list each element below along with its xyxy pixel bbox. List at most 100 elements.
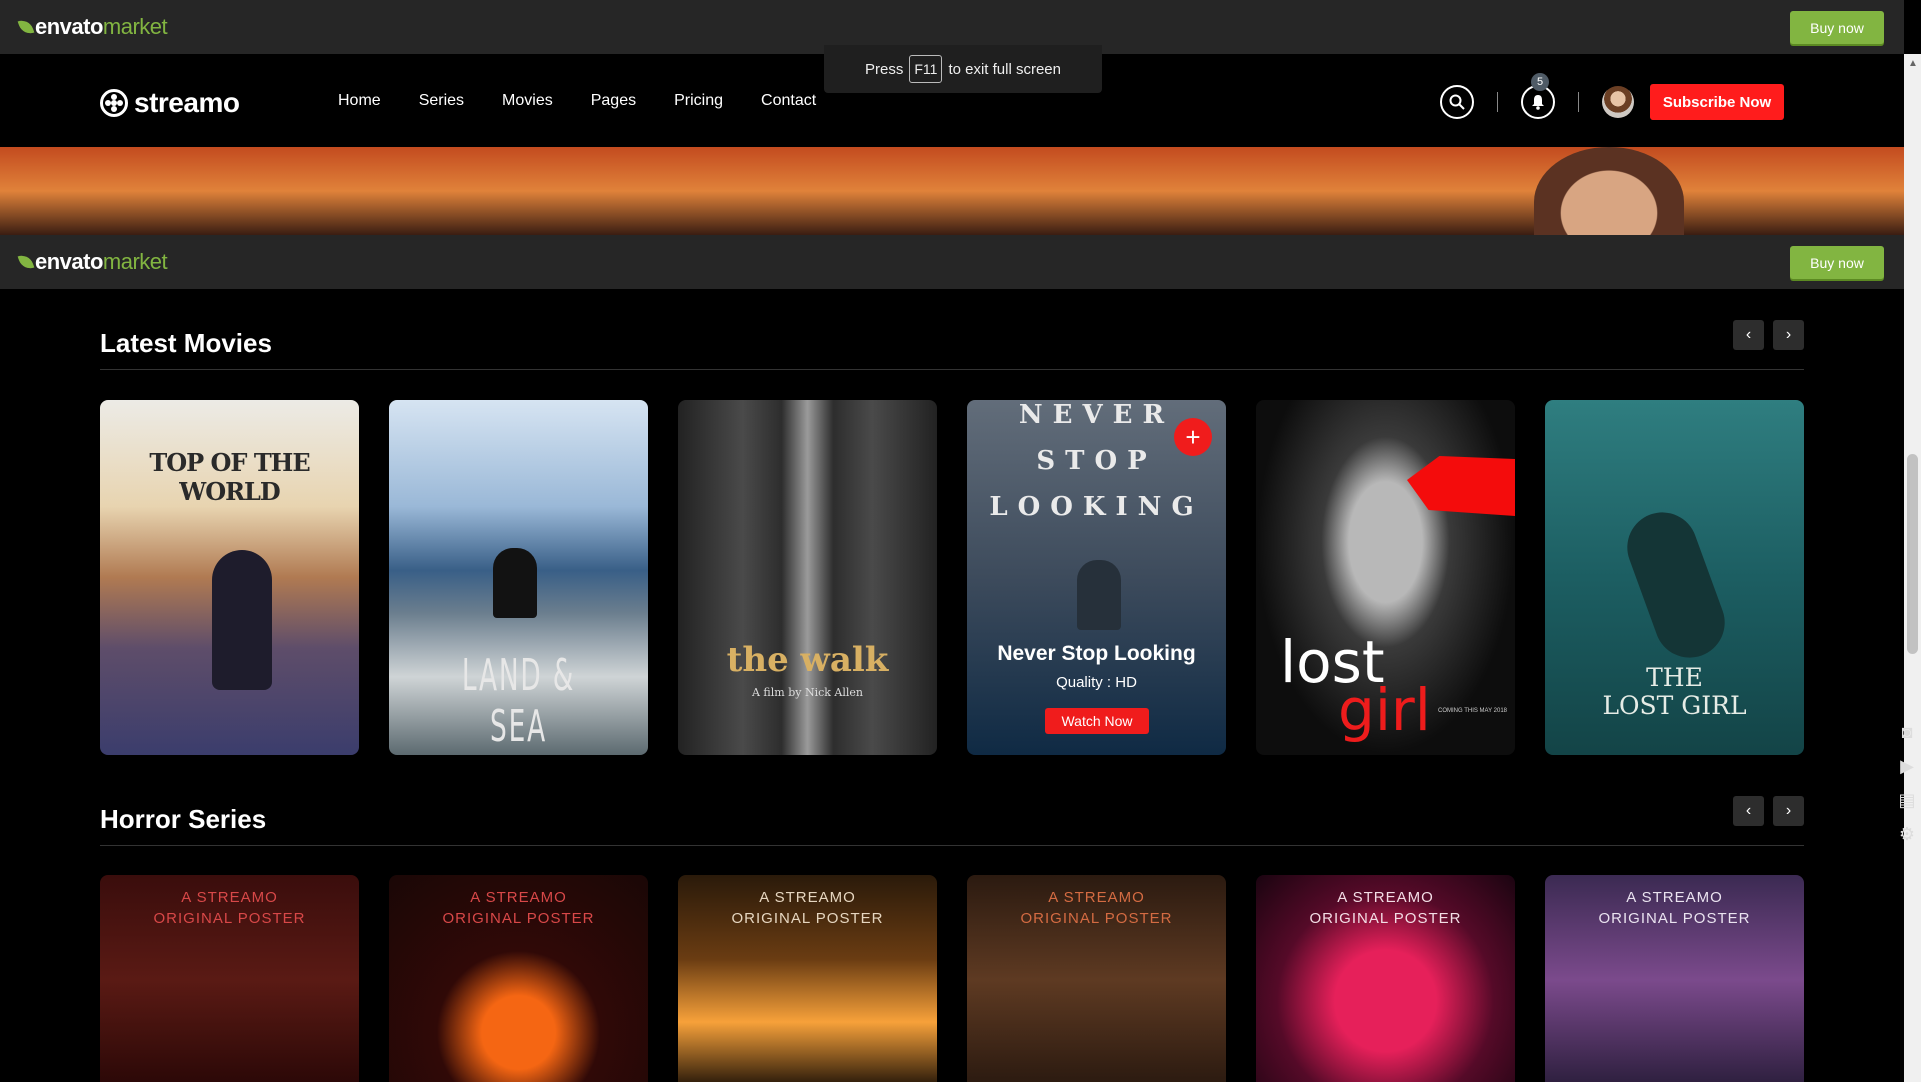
envato-sticky-bar: envato market Buy now [0, 235, 1904, 289]
series-card[interactable]: A STREAMO ORIGINAL POSTER [678, 875, 937, 1082]
gallery-icon: ▤ [1898, 789, 1916, 810]
buy-now-button[interactable]: Buy now [1790, 246, 1884, 279]
scroll-up-icon[interactable]: ▲ [1908, 58, 1918, 69]
poster-tag-line: A STREAMO [470, 889, 567, 906]
menu-item-movies[interactable]: Movies [502, 92, 553, 110]
series-card[interactable]: A STREAMO ORIGINAL POSTER [967, 875, 1226, 1082]
series-card[interactable]: A STREAMO ORIGINAL POSTER [1256, 875, 1515, 1082]
poster-tag: A STREAMO ORIGINAL POSTER [678, 887, 937, 929]
latest-movies-header: Latest Movies ‹ › [100, 318, 1804, 370]
poster-tag-line: A STREAMO [1337, 889, 1434, 906]
market-logo-text: market [102, 14, 168, 39]
envato-logo[interactable]: envato market [17, 14, 168, 40]
poster-tag: A STREAMO ORIGINAL POSTER [967, 887, 1226, 929]
poster-note: COMING THIS MAY 2018 [1438, 708, 1508, 714]
avatar[interactable] [1602, 86, 1634, 118]
poster-title: girl [1338, 676, 1431, 744]
poster-smear [1407, 456, 1515, 516]
movie-title: Never Stop Looking [997, 642, 1196, 665]
movie-card[interactable]: THE LOST GIRL [1545, 400, 1804, 755]
toast-text-after: to exit full screen [948, 60, 1061, 78]
envato-logo-text: envato [35, 14, 103, 39]
poster-figure [1617, 502, 1735, 668]
poster-tag-line: ORIGINAL POSTER [1020, 910, 1173, 927]
menu-item-series[interactable]: Series [419, 92, 464, 110]
scroll-thumb[interactable] [1907, 454, 1918, 654]
nav-actions: 5 Subscribe Now [1440, 73, 1784, 120]
section-title: Horror Series [100, 804, 267, 834]
poster-tag-line: ORIGINAL POSTER [1309, 910, 1462, 927]
poster-title: THE LOST GIRL [1545, 664, 1804, 720]
settings-button[interactable]: ⚙ [1895, 822, 1919, 846]
capture-toolbar: ◙ ▶ ▤ ⚙ [1893, 720, 1921, 846]
series-card[interactable]: A STREAMO ORIGINAL POSTER [1545, 875, 1804, 1082]
latest-movies-carousel: TOP OF THE WORLD LAND & SEA the walk A f… [100, 400, 1804, 755]
series-card[interactable]: A STREAMO ORIGINAL POSTER [389, 875, 648, 1082]
next-arrow-button[interactable]: › [1773, 796, 1804, 826]
camera-icon: ◙ [1901, 721, 1913, 742]
movie-card[interactable]: lost girl COMING THIS MAY 2018 [1256, 400, 1515, 755]
brand-name: streamo [134, 87, 240, 118]
poster-tag: A STREAMO ORIGINAL POSTER [389, 887, 648, 929]
main-menu: Home Series Movies Pages Pricing Contact [338, 92, 854, 110]
poster-title-line: THE [1646, 663, 1703, 692]
envato-logo[interactable]: envato market [17, 249, 168, 275]
poster-figure [212, 550, 272, 690]
page-scrollbar[interactable]: ▲ [1904, 54, 1921, 1082]
divider [1578, 92, 1579, 112]
series-card[interactable]: A STREAMO ORIGINAL POSTER [100, 875, 359, 1082]
poster-subtitle: A film by Nick Allen [751, 686, 863, 699]
bell-icon [1532, 95, 1544, 110]
film-reel-icon [100, 89, 128, 117]
search-icon [1449, 94, 1465, 110]
prev-arrow-button[interactable]: ‹ [1733, 796, 1764, 826]
poster-tag: A STREAMO ORIGINAL POSTER [1545, 887, 1804, 929]
poster-tag: A STREAMO ORIGINAL POSTER [1256, 887, 1515, 929]
gallery-button[interactable]: ▤ [1895, 788, 1919, 812]
add-to-watchlist-button[interactable]: + [1174, 418, 1212, 456]
buy-now-button[interactable]: Buy now [1790, 11, 1884, 44]
watch-now-button[interactable]: Watch Now [1045, 708, 1149, 734]
section-title: Latest Movies [100, 328, 272, 358]
chevron-right-icon: › [1785, 802, 1792, 819]
search-button[interactable] [1440, 85, 1474, 119]
poster-tag-line: ORIGINAL POSTER [153, 910, 306, 927]
menu-item-pricing[interactable]: Pricing [674, 92, 723, 110]
movie-card[interactable]: LAND & SEA [389, 400, 648, 755]
hero-banner [0, 147, 1904, 235]
chevron-left-icon: ‹ [1745, 326, 1752, 343]
hero-face-image [1534, 147, 1684, 235]
plus-icon: + [1185, 421, 1201, 452]
horror-series-header: Horror Series ‹ › [100, 794, 1804, 846]
poster-tag: A STREAMO ORIGINAL POSTER [100, 887, 359, 929]
menu-item-contact[interactable]: Contact [761, 92, 816, 110]
gear-icon: ⚙ [1898, 823, 1916, 844]
movie-card-hovered[interactable]: NEVER STOP LOOKING + Never Stop Looking … [967, 400, 1226, 755]
movie-card[interactable]: the walk A film by Nick Allen [678, 400, 937, 755]
prev-arrow-button[interactable]: ‹ [1733, 320, 1764, 350]
poster-title: the walk [726, 640, 889, 680]
movie-card[interactable]: TOP OF THE WORLD [100, 400, 359, 755]
horror-series-carousel: A STREAMO ORIGINAL POSTER A STREAMO ORIGIN… [100, 875, 1804, 1082]
next-arrow-button[interactable]: › [1773, 320, 1804, 350]
poster-title: LAND & SEA [461, 650, 576, 752]
poster-tag-line: ORIGINAL POSTER [442, 910, 595, 927]
poster-tag-line: A STREAMO [181, 889, 278, 906]
poster-text: LOOKING [989, 492, 1204, 522]
menu-item-pages[interactable]: Pages [591, 92, 636, 110]
subscribe-now-button[interactable]: Subscribe Now [1650, 84, 1784, 120]
poster-tag-line: ORIGINAL POSTER [1598, 910, 1751, 927]
poster-tag-line: A STREAMO [759, 889, 856, 906]
menu-item-home[interactable]: Home [338, 92, 381, 110]
movie-quality: Quality : HD [1056, 674, 1137, 691]
streamo-logo[interactable]: streamo [100, 87, 240, 119]
notification-badge: 5 [1531, 73, 1549, 91]
chevron-right-icon: › [1785, 326, 1792, 343]
video-button[interactable]: ▶ [1895, 754, 1919, 778]
notifications-button[interactable]: 5 [1521, 73, 1555, 119]
market-logo-text: market [102, 249, 168, 274]
camera-button[interactable]: ◙ [1895, 720, 1919, 744]
poster-title: TOP OF THE WORLD [149, 448, 310, 506]
poster-figure [493, 548, 537, 618]
video-icon: ▶ [1900, 755, 1914, 776]
